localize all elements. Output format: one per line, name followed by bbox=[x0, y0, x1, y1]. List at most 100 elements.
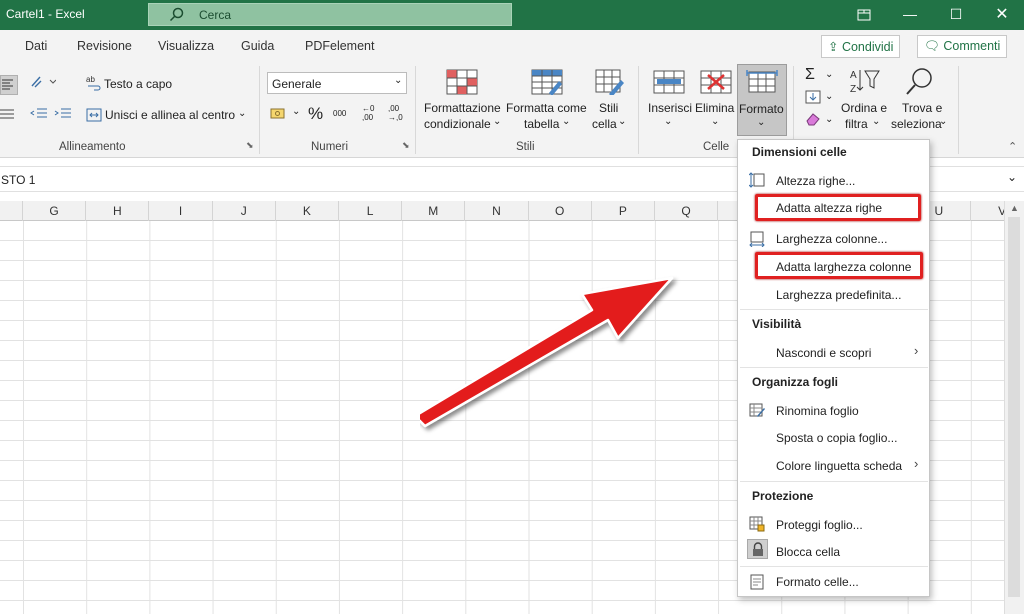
tab-guida[interactable]: Guida bbox=[241, 39, 274, 53]
column-header-q[interactable]: Q bbox=[655, 201, 719, 221]
menu-item-protect-sheet[interactable]: Proteggi foglio... bbox=[776, 518, 863, 532]
column-header-g[interactable]: G bbox=[23, 201, 87, 221]
column-header-o[interactable]: O bbox=[529, 201, 592, 221]
dialog-launcher-icon[interactable]: ⬊ bbox=[402, 140, 410, 151]
menu-item-tab-color[interactable]: Colore linguetta scheda bbox=[776, 459, 902, 473]
menu-item-lock-cell[interactable]: Blocca cella bbox=[776, 545, 840, 559]
group-separator bbox=[259, 66, 260, 154]
cell-styles-label-2[interactable]: cella bbox=[592, 116, 617, 132]
align-justify-icon[interactable] bbox=[0, 108, 16, 122]
decrease-indent-icon[interactable] bbox=[30, 107, 48, 121]
window-title: Cartel1 - Excel bbox=[6, 7, 85, 21]
column-header-k[interactable]: K bbox=[276, 201, 339, 221]
row-height-icon bbox=[749, 172, 765, 188]
insert-button[interactable]: Inserisci bbox=[648, 100, 692, 116]
menu-item-move-copy-sheet[interactable]: Sposta o copia foglio... bbox=[776, 431, 897, 445]
column-header-j[interactable]: J bbox=[213, 201, 276, 221]
increase-indent-icon[interactable] bbox=[54, 107, 72, 121]
tab-revisione[interactable]: Revisione bbox=[77, 39, 132, 53]
orientation-icon[interactable] bbox=[30, 74, 56, 90]
scroll-up-icon[interactable]: ▲ bbox=[1010, 203, 1019, 213]
currency-icon[interactable] bbox=[270, 106, 288, 122]
vertical-scrollbar[interactable]: ▲ bbox=[1004, 201, 1024, 614]
format-as-table-label[interactable]: Formatta come bbox=[506, 100, 587, 116]
chevron-down-icon: ⌄ bbox=[394, 75, 403, 86]
share-button[interactable]: ⇪ Condividi bbox=[821, 35, 901, 58]
menu-item-hide-unhide[interactable]: Nascondi e scopri bbox=[776, 346, 871, 360]
delete-cells-icon bbox=[700, 70, 732, 94]
tab-visualizza[interactable]: Visualizza bbox=[158, 39, 214, 53]
chevron-down-icon[interactable]: ⌄ bbox=[825, 69, 833, 80]
tab-pdfelement[interactable]: PDFelement bbox=[305, 39, 374, 53]
clear-eraser-icon[interactable] bbox=[805, 112, 821, 126]
tab-dati[interactable]: Dati bbox=[25, 39, 47, 53]
align-left-button[interactable] bbox=[0, 75, 18, 95]
collapse-ribbon-icon[interactable]: ⌃ bbox=[1008, 140, 1017, 153]
title-bar: Cartel1 - Excel Cerca — ☐ ✕ bbox=[0, 0, 1024, 30]
column-header-m[interactable]: M bbox=[402, 201, 466, 221]
lock-icon bbox=[753, 542, 763, 556]
sort-filter-label-2[interactable]: filtra bbox=[845, 116, 868, 132]
merge-center-button[interactable]: Unisci e allinea al centro bbox=[105, 108, 235, 122]
column-header-h[interactable]: H bbox=[86, 201, 150, 221]
dialog-launcher-icon[interactable]: ⬊ bbox=[246, 140, 254, 151]
find-select-label-2[interactable]: seleziona bbox=[891, 116, 942, 132]
comments-label: Commenti bbox=[943, 39, 1001, 53]
conditional-formatting-icon bbox=[446, 69, 478, 95]
chevron-down-icon[interactable]: ⌄ bbox=[1007, 170, 1017, 184]
maximize-button[interactable]: ☐ bbox=[933, 0, 979, 30]
conditional-formatting-label[interactable]: Formattazione bbox=[424, 100, 501, 116]
search-placeholder: Cerca bbox=[199, 8, 232, 22]
chevron-down-icon[interactable]: ⌄ bbox=[292, 106, 300, 117]
sort-filter-icon: AZ bbox=[850, 70, 880, 95]
decrease-decimal-button[interactable]: ,00 →,0 bbox=[388, 104, 403, 122]
format-cells-icon bbox=[746, 70, 778, 93]
thousands-separator-button[interactable]: 000 bbox=[333, 109, 346, 118]
chevron-right-icon: › bbox=[914, 456, 919, 471]
chevron-down-icon: ⌄ bbox=[562, 116, 571, 127]
format-cells-dialog-icon bbox=[750, 574, 764, 590]
sort-filter-label[interactable]: Ordina e bbox=[841, 100, 887, 116]
column-header-p[interactable]: P bbox=[592, 201, 655, 221]
group-separator bbox=[958, 66, 959, 154]
percent-icon[interactable]: % bbox=[308, 104, 323, 124]
menu-item-row-height[interactable]: Altezza righe... bbox=[776, 174, 855, 188]
column-header-partial[interactable] bbox=[0, 201, 23, 221]
name-box-value[interactable]: STO 1 bbox=[1, 173, 35, 187]
close-button[interactable]: ✕ bbox=[979, 0, 1024, 30]
minimize-button[interactable]: — bbox=[887, 0, 933, 30]
menu-item-default-width[interactable]: Larghezza predefinita... bbox=[776, 288, 901, 302]
search-box[interactable]: Cerca bbox=[148, 3, 512, 26]
protect-sheet-icon bbox=[749, 516, 765, 532]
comments-button[interactable]: 🗨 Commenti bbox=[917, 35, 1008, 58]
chevron-down-icon[interactable]: ⌄ bbox=[825, 114, 833, 125]
cell-styles-label[interactable]: Stili bbox=[599, 100, 618, 116]
group-separator bbox=[415, 66, 416, 154]
comment-icon: 🗨 bbox=[924, 39, 944, 53]
svg-text:A: A bbox=[850, 70, 857, 81]
menu-item-rename-sheet[interactable]: Rinomina foglio bbox=[776, 404, 859, 418]
chevron-down-icon[interactable]: ⌄ bbox=[238, 108, 246, 119]
increase-decimal-button[interactable]: ←0 ,00 bbox=[362, 104, 374, 122]
autosum-icon[interactable]: Σ bbox=[805, 66, 815, 84]
fill-icon[interactable] bbox=[805, 90, 821, 104]
menu-item-column-width[interactable]: Larghezza colonne... bbox=[776, 232, 887, 246]
lock-cell-toggle bbox=[747, 539, 768, 559]
column-header-n[interactable]: N bbox=[465, 201, 529, 221]
alignment-group-label: Allineamento bbox=[59, 141, 126, 153]
delete-button[interactable]: Elimina bbox=[695, 100, 734, 116]
restore-ribbon-button[interactable] bbox=[841, 0, 887, 30]
column-header-l[interactable]: L bbox=[339, 201, 403, 221]
conditional-formatting-label-2[interactable]: condizionale bbox=[424, 116, 491, 132]
format-as-table-label-2[interactable]: tabella bbox=[524, 116, 559, 132]
format-button[interactable]: Formato ⌄ bbox=[737, 64, 787, 136]
menu-item-format-cells[interactable]: Formato celle... bbox=[776, 575, 859, 589]
scroll-thumb[interactable] bbox=[1008, 217, 1020, 597]
find-select-label[interactable]: Trova e bbox=[902, 100, 942, 116]
wrap-text-button[interactable]: Testo a capo bbox=[104, 77, 172, 91]
number-format-select[interactable]: Generale ⌄ bbox=[267, 72, 407, 94]
chevron-down-icon[interactable]: ⌄ bbox=[825, 91, 833, 102]
chevron-down-icon: ⌄ bbox=[493, 116, 502, 127]
styles-group-label: Stili bbox=[516, 141, 535, 153]
column-header-i[interactable]: I bbox=[149, 201, 213, 221]
